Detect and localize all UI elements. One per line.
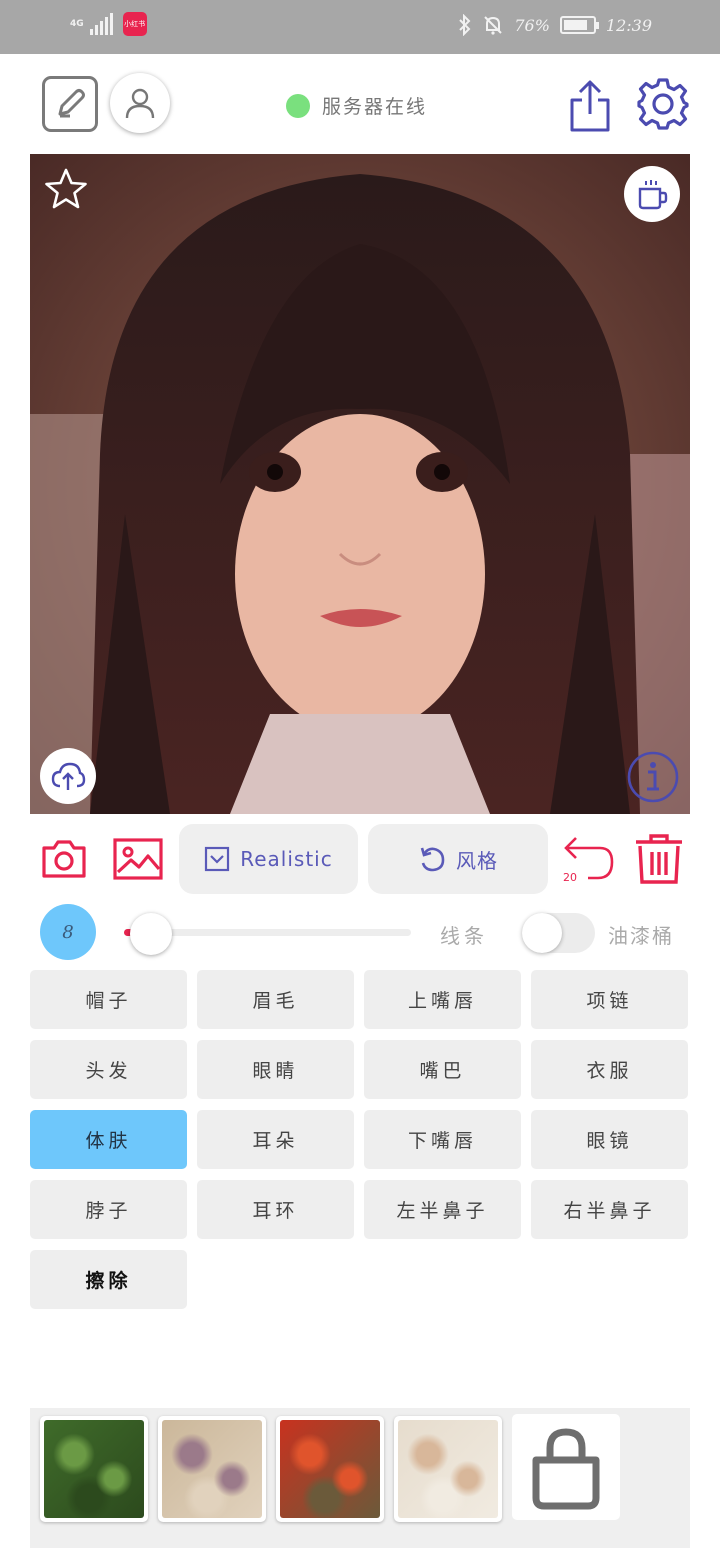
part-chip[interactable]: 嘴巴	[364, 1040, 521, 1099]
trash-icon	[636, 834, 682, 884]
delete-button[interactable]	[632, 832, 686, 886]
camera-button[interactable]	[40, 836, 88, 882]
part-chip[interactable]: 眼镜	[531, 1110, 688, 1169]
status-left: 4G 小红书	[70, 12, 147, 36]
brush-size-badge[interactable]: 8	[40, 904, 96, 960]
info-icon	[627, 751, 679, 803]
bucket-mode-label: 油漆桶	[608, 924, 674, 948]
part-chip[interactable]: 脖子	[30, 1180, 187, 1239]
donate-button[interactable]	[624, 166, 680, 222]
texture-thumbnail[interactable]	[394, 1416, 502, 1522]
part-chip[interactable]: 体肤	[30, 1110, 187, 1169]
mute-icon	[484, 16, 503, 35]
undo-count: 20	[563, 871, 577, 884]
part-chip[interactable]: 帽子	[30, 970, 187, 1029]
edit-icon	[58, 89, 85, 118]
status-right: 76% 12:39	[458, 14, 652, 36]
texture-swatch-cream-pattern	[398, 1420, 498, 1518]
upload-button[interactable]	[40, 748, 96, 804]
part-chip[interactable]: 左半鼻子	[364, 1180, 521, 1239]
bluetooth-icon	[459, 14, 471, 36]
signal-icon	[89, 13, 113, 35]
image-canvas[interactable]	[30, 154, 690, 814]
texture-swatch-beige-lace	[162, 1420, 262, 1518]
slider-thumb[interactable]	[130, 913, 172, 955]
battery-percent: 76%	[514, 15, 550, 35]
camera-icon	[42, 840, 86, 878]
share-icon	[570, 80, 610, 132]
undo-button[interactable]: 20	[560, 832, 616, 884]
image-icon	[113, 838, 163, 880]
part-chip[interactable]: 头发	[30, 1040, 187, 1099]
parts-grid: 帽子 眉毛 上嘴唇 项链头发 眼睛 嘴巴 衣服体肤 耳朵 下嘴唇 眼镜脖子 耳环 左半鼻子 右半鼻子擦除	[30, 970, 688, 1309]
style-label: 风格	[456, 848, 498, 873]
server-status-text: 服务器在线	[322, 96, 428, 118]
texture-swatch-red-flowers	[280, 1420, 380, 1518]
user-button[interactable]	[110, 73, 170, 133]
part-chip[interactable]: 下嘴唇	[364, 1110, 521, 1169]
settings-button[interactable]	[635, 76, 691, 132]
part-chip[interactable]: 右半鼻子	[531, 1180, 688, 1239]
bucket-toggle[interactable]	[522, 913, 595, 953]
texture-swatch-green-foliage	[44, 1420, 144, 1518]
user-icon	[125, 88, 155, 119]
dropdown-box-icon	[205, 846, 230, 872]
part-chip[interactable]: 眼睛	[197, 1040, 354, 1099]
cloud-upload-icon	[51, 762, 86, 790]
network-type: 4G	[70, 19, 84, 29]
texture-thumbnail[interactable]	[40, 1416, 148, 1522]
portrait-image	[30, 154, 690, 814]
style-button[interactable]: 风格	[368, 824, 548, 894]
texture-thumbnail[interactable]	[276, 1416, 384, 1522]
favorite-button[interactable]	[42, 166, 90, 214]
model-label: Realistic	[240, 847, 333, 871]
star-icon	[45, 168, 87, 209]
server-status: 服务器在线	[286, 92, 427, 119]
part-chip[interactable]: 项链	[531, 970, 688, 1029]
part-chip[interactable]: 擦除	[30, 1250, 187, 1309]
gear-icon	[637, 78, 689, 130]
app-notification-icon: 小红书	[122, 12, 147, 36]
part-chip[interactable]: 眉毛	[197, 970, 354, 1029]
share-button[interactable]	[566, 78, 614, 134]
clock: 12:39	[605, 15, 652, 35]
shop-button[interactable]	[512, 1414, 620, 1520]
rotate-icon	[420, 847, 445, 872]
server-online-indicator	[286, 93, 310, 118]
toggle-knob	[522, 913, 562, 953]
line-mode-label: 线条	[440, 924, 488, 948]
part-chip[interactable]: 上嘴唇	[364, 970, 521, 1029]
coffee-cup-icon	[638, 180, 668, 210]
shopping-bag-icon	[532, 1428, 600, 1510]
texture-strip	[30, 1408, 690, 1548]
edit-button[interactable]	[42, 76, 98, 132]
status-bar: 4G 小红书 76% 12:39	[0, 0, 720, 54]
model-select-button[interactable]: Realistic	[179, 824, 358, 894]
info-button[interactable]	[626, 750, 680, 804]
texture-thumbnail[interactable]	[158, 1416, 266, 1522]
part-chip[interactable]: 衣服	[531, 1040, 688, 1099]
gallery-button[interactable]	[112, 836, 164, 882]
part-chip[interactable]: 耳环	[197, 1180, 354, 1239]
part-chip[interactable]: 耳朵	[197, 1110, 354, 1169]
battery-icon	[559, 16, 599, 34]
